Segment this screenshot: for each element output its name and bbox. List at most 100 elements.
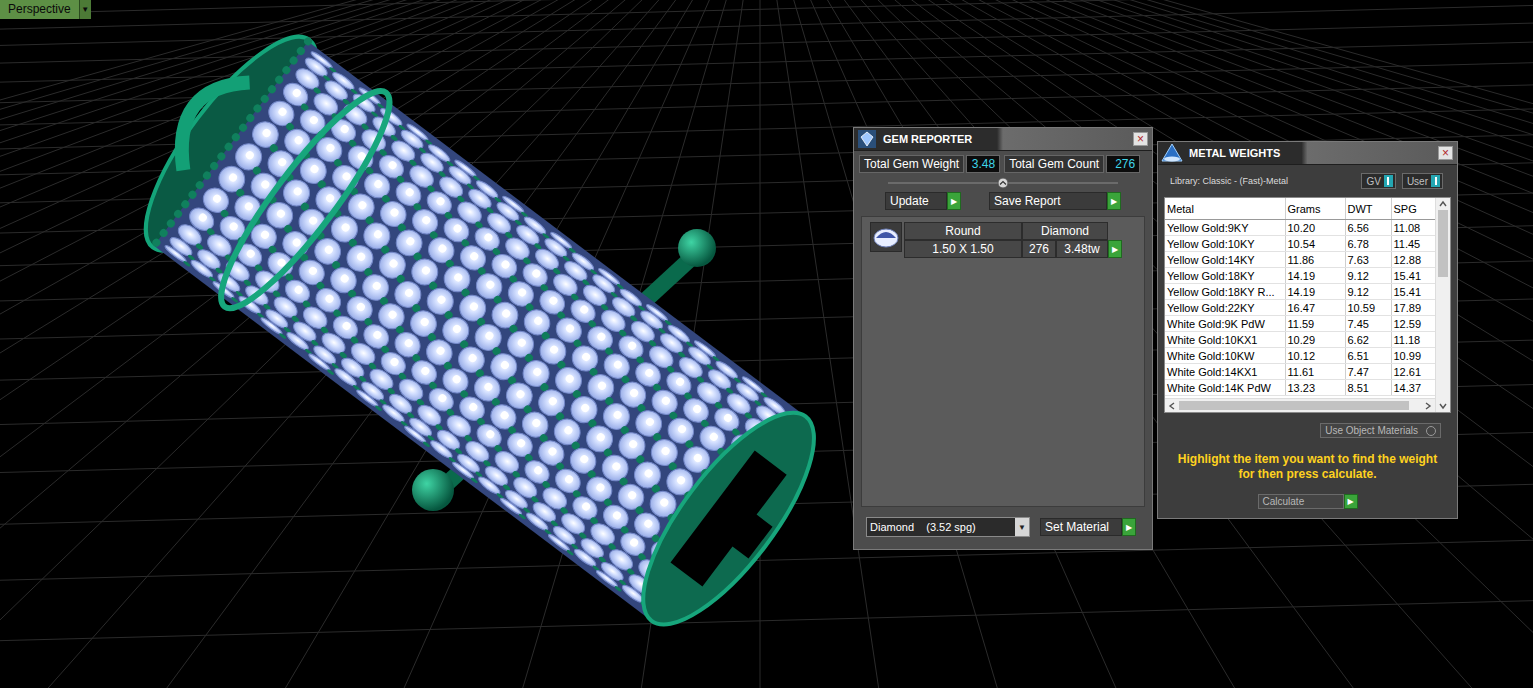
metal-row[interactable]: Yellow Gold:14KY11.867.6312.88 — [1165, 252, 1435, 268]
metal-cell[interactable]: 16.47 — [1285, 300, 1345, 316]
metal-cell[interactable]: 12.61 — [1391, 364, 1435, 380]
row-arrow[interactable]: ▶ — [1108, 240, 1122, 258]
horizontal-scrollbar[interactable] — [1165, 398, 1435, 412]
button-label[interactable]: Calculate — [1258, 494, 1344, 509]
column-header[interactable]: Metal — [1165, 198, 1285, 220]
scroll-track[interactable] — [1436, 210, 1450, 400]
metal-cell[interactable]: 15.41 — [1391, 268, 1435, 284]
metal-cell[interactable]: Yellow Gold:18KY R... — [1165, 284, 1285, 300]
save-report-button[interactable]: Save Report▶ — [989, 192, 1121, 210]
button-label[interactable]: Set Material — [1040, 518, 1122, 536]
scroll-thumb[interactable] — [1438, 210, 1448, 277]
metal-cell[interactable]: 11.59 — [1285, 316, 1345, 332]
viewport-name[interactable]: Perspective — [0, 0, 79, 19]
toggle-switch[interactable] — [1431, 175, 1440, 187]
metal-cell[interactable]: 10.99 — [1391, 348, 1435, 364]
viewport-menu-button[interactable]: ▼ — [79, 0, 91, 19]
button-arrow[interactable]: ▶ — [1122, 518, 1136, 536]
collapse-row[interactable] — [854, 176, 1152, 190]
set-material-button[interactable]: Set Material▶ — [1040, 518, 1136, 536]
material-dropdown-button[interactable]: ▼ — [1015, 518, 1029, 536]
material-select[interactable]: Diamond (3.52 spg)▼ — [866, 517, 1030, 537]
gem-weight-cell[interactable]: 3.48tw — [1056, 240, 1108, 258]
metal-cell[interactable]: 15.41 — [1391, 284, 1435, 300]
metal-cell[interactable]: 10.54 — [1285, 236, 1345, 252]
close-button[interactable]: × — [1438, 146, 1453, 160]
metal-cell[interactable]: 8.51 — [1345, 380, 1391, 396]
button-label[interactable]: Update — [885, 192, 947, 210]
metal-cell[interactable]: 14.19 — [1285, 268, 1345, 284]
metal-cell[interactable]: Yellow Gold:18KY — [1165, 268, 1285, 284]
use-object-materials-toggle[interactable]: Use Object Materials — [1320, 423, 1441, 438]
column-header[interactable]: SPG — [1391, 198, 1435, 220]
toggle-switch[interactable] — [1384, 175, 1393, 187]
metal-cell[interactable]: White Gold:14KX1 — [1165, 364, 1285, 380]
metal-row[interactable]: Yellow Gold:22KY16.4710.5917.89 — [1165, 300, 1435, 316]
metal-cell[interactable]: 17.89 — [1391, 300, 1435, 316]
metal-weights-window[interactable]: METAL WEIGHTS×Library: Classic - (Fast)-… — [1157, 141, 1458, 519]
vertical-scrollbar[interactable] — [1435, 198, 1450, 412]
library-toggle[interactable]: User — [1402, 173, 1443, 189]
metal-cell[interactable]: 11.61 — [1285, 364, 1345, 380]
scroll-thumb[interactable] — [1179, 401, 1409, 410]
metal-cell[interactable]: 7.63 — [1345, 252, 1391, 268]
button-arrow[interactable]: ▶ — [1107, 192, 1121, 210]
metal-row[interactable]: Yellow Gold:18KY R...14.199.1215.41 — [1165, 284, 1435, 300]
metal-cell[interactable]: 11.45 — [1391, 236, 1435, 252]
metal-table[interactable]: MetalGramsDWTSPGYellow Gold:9KY10.206.56… — [1165, 198, 1435, 396]
metal-cell[interactable]: 11.18 — [1391, 332, 1435, 348]
material-value[interactable]: Diamond (3.52 spg) — [867, 518, 1015, 536]
metal-row[interactable]: Yellow Gold:9KY10.206.5611.08 — [1165, 220, 1435, 236]
gem-size-cell[interactable]: 1.50 X 1.50 — [904, 240, 1022, 258]
update-button[interactable]: Update▶ — [885, 192, 961, 210]
metal-cell[interactable]: 11.08 — [1391, 220, 1435, 236]
viewport-label[interactable]: Perspective▼ — [0, 0, 91, 19]
metal-cell[interactable]: 6.78 — [1345, 236, 1391, 252]
metal-cell[interactable]: White Gold:9K PdW — [1165, 316, 1285, 332]
metal-row[interactable]: White Gold:9K PdW11.597.4512.59 — [1165, 316, 1435, 332]
metal-row[interactable]: Yellow Gold:18KY14.199.1215.41 — [1165, 268, 1435, 284]
close-button[interactable]: × — [1133, 132, 1148, 146]
scroll-track[interactable] — [1179, 401, 1421, 410]
button-label[interactable]: Save Report — [989, 192, 1107, 210]
metal-cell[interactable]: 9.12 — [1345, 268, 1391, 284]
metal-cell[interactable]: White Gold:10KX1 — [1165, 332, 1285, 348]
metal-cell[interactable]: 10.59 — [1345, 300, 1391, 316]
metal-weights-titlebar[interactable]: METAL WEIGHTS× — [1158, 142, 1457, 165]
metal-cell[interactable]: White Gold:14K PdW — [1165, 380, 1285, 396]
metal-cell[interactable]: 12.88 — [1391, 252, 1435, 268]
gem-reporter-window[interactable]: GEM REPORTER×Total Gem Weight3.48Total G… — [853, 127, 1153, 550]
metal-cell[interactable]: 6.62 — [1345, 332, 1391, 348]
metal-cell[interactable]: 12.59 — [1391, 316, 1435, 332]
library-toggle[interactable]: GV — [1361, 173, 1395, 189]
metal-cell[interactable]: 10.29 — [1285, 332, 1345, 348]
metal-cell[interactable]: 13.23 — [1285, 380, 1345, 396]
metal-cell[interactable]: Yellow Gold:14KY — [1165, 252, 1285, 268]
metal-cell[interactable]: Yellow Gold:10KY — [1165, 236, 1285, 252]
metal-cell[interactable]: 11.86 — [1285, 252, 1345, 268]
button-arrow[interactable]: ▶ — [1344, 494, 1358, 509]
gem-count-cell[interactable]: 276 — [1022, 240, 1056, 258]
metal-cell[interactable]: 6.56 — [1345, 220, 1391, 236]
metal-row[interactable]: White Gold:14K PdW13.238.5114.37 — [1165, 380, 1435, 396]
metal-row[interactable]: Yellow Gold:10KY10.546.7811.45 — [1165, 236, 1435, 252]
calculate-button[interactable]: Calculate▶ — [1258, 494, 1358, 509]
column-header[interactable]: Grams — [1285, 198, 1345, 220]
metal-row[interactable]: White Gold:10KX110.296.6211.18 — [1165, 332, 1435, 348]
metal-cell[interactable]: 7.45 — [1345, 316, 1391, 332]
metal-cell[interactable]: 6.51 — [1345, 348, 1391, 364]
metal-cell[interactable]: 10.20 — [1285, 220, 1345, 236]
metal-cell[interactable]: Yellow Gold:22KY — [1165, 300, 1285, 316]
metal-row[interactable]: White Gold:14KX111.617.4712.61 — [1165, 364, 1435, 380]
metal-cell[interactable]: 10.12 — [1285, 348, 1345, 364]
option-indicator[interactable] — [1426, 426, 1436, 436]
metal-cell[interactable]: 14.37 — [1391, 380, 1435, 396]
gem-reporter-titlebar[interactable]: GEM REPORTER× — [854, 128, 1152, 151]
metal-cell[interactable]: 14.19 — [1285, 284, 1345, 300]
column-header[interactable]: DWT — [1345, 198, 1391, 220]
metal-cell[interactable]: White Gold:10KW — [1165, 348, 1285, 364]
metal-cell[interactable]: 7.47 — [1345, 364, 1391, 380]
metal-row[interactable]: White Gold:10KW10.126.5110.99 — [1165, 348, 1435, 364]
jewelry-model[interactable] — [109, 5, 846, 653]
button-arrow[interactable]: ▶ — [947, 192, 961, 210]
